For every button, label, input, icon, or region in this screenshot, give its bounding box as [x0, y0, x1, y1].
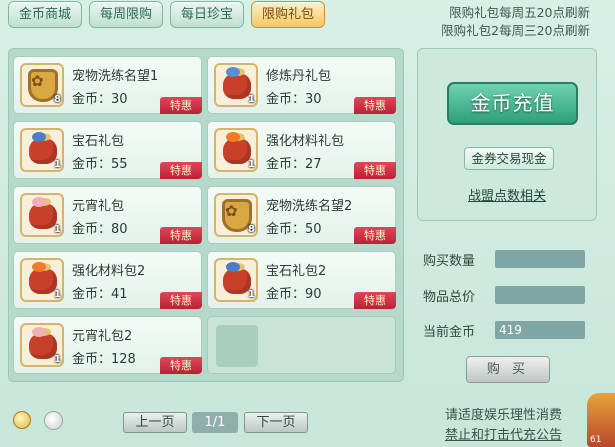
item-count: 1 [54, 289, 61, 300]
item-card[interactable]: ✿ 8 宠物洗练名望1 金币：30 特惠 [13, 56, 202, 114]
discount-tag: 特惠 [160, 292, 202, 309]
item-price: 金币：50 [266, 222, 322, 237]
item-card[interactable]: 1 元宵礼包 金币：80 特惠 [13, 186, 202, 244]
next-page-button[interactable]: 下一页 [244, 412, 308, 433]
discount-tag: 特惠 [354, 292, 396, 309]
item-price: 金币：128 [72, 352, 136, 367]
corner-avatar-icon[interactable]: 61 [587, 393, 615, 447]
gift-bag-icon: 1 [214, 258, 258, 302]
item-name: 修炼丹礼包 [266, 69, 332, 84]
current-gold-value: 419 [495, 321, 585, 339]
item-card[interactable]: 1 宝石礼包2 金币：90 特惠 [207, 251, 396, 309]
item-price: 金币：80 [72, 222, 128, 237]
item-name: 宝石礼包2 [266, 264, 327, 279]
discount-tag: 特惠 [354, 162, 396, 179]
item-card[interactable]: 1 强化材料包2 金币：41 特惠 [13, 251, 202, 309]
tab-gold-shop[interactable]: 金币商城 [8, 1, 83, 28]
item-price: 金币：27 [266, 157, 322, 172]
gift-bag-icon: 1 [20, 128, 64, 172]
compliance-notice: 请适度娱乐理性消费 禁止和打击代充公告 [445, 406, 562, 446]
page-indicator: 1/1 [192, 412, 238, 433]
item-price: 金币：55 [72, 157, 128, 172]
item-count: 8 [54, 94, 61, 105]
discount-tag: 特惠 [160, 97, 202, 114]
item-count: 1 [54, 159, 61, 170]
discount-tag: 特惠 [160, 357, 202, 374]
recharge-button[interactable]: 金币充值 [447, 82, 578, 125]
quantity-label: 购买数量 [423, 254, 476, 269]
item-name: 元宵礼包 [72, 199, 125, 214]
moderation-text: 请适度娱乐理性消费 [445, 408, 563, 423]
paw-badge-icon: ✿ 8 [214, 193, 258, 237]
item-card[interactable]: 1 强化材料礼包 金币：27 特惠 [207, 121, 396, 179]
quantity-field[interactable] [495, 250, 585, 268]
item-name: 宝石礼包 [72, 134, 125, 149]
round-button-icon[interactable] [44, 411, 63, 430]
empty-slot-icon [214, 323, 260, 369]
item-name: 强化材料礼包 [266, 134, 345, 149]
recharge-panel: 金币充值 金券交易现金 战盟点数相关 [417, 48, 597, 221]
magnifier-icon[interactable] [13, 411, 31, 429]
item-name: 宠物洗练名望2 [266, 199, 353, 214]
item-price: 金币：41 [72, 287, 128, 302]
discount-tag: 特惠 [354, 97, 396, 114]
discount-tag: 特惠 [160, 162, 202, 179]
gift-bag-icon: 1 [214, 128, 258, 172]
discount-tag: 特惠 [160, 227, 202, 244]
gift-bag-icon: 1 [214, 63, 258, 107]
item-card[interactable]: 1 宝石礼包 金币：55 特惠 [13, 121, 202, 179]
alliance-points-link[interactable]: 战盟点数相关 [468, 185, 546, 204]
prev-page-button[interactable]: 上一页 [123, 412, 187, 433]
refresh-notice-line1: 限购礼包每周五20点刷新 [449, 5, 590, 20]
item-card[interactable]: 1 元宵礼包2 金币：128 特惠 [13, 316, 202, 374]
item-card[interactable]: 1 修炼丹礼包 金币：30 特惠 [207, 56, 396, 114]
item-count: 1 [248, 94, 255, 105]
gift-bag-icon: 1 [20, 323, 64, 367]
item-name: 强化材料包2 [72, 264, 146, 279]
shop-tabs: 金币商城 每周限购 每日珍宝 限购礼包 [8, 1, 326, 31]
current-gold-label: 当前金币 [423, 325, 476, 340]
item-card[interactable]: ✿ 8 宠物洗练名望2 金币：50 特惠 [207, 186, 396, 244]
corner-level: 61 [590, 435, 602, 445]
empty-item-slot [207, 316, 396, 374]
refresh-notice-line2: 限购礼包2每周三20点刷新 [441, 23, 590, 38]
tab-daily-treasure[interactable]: 每日珍宝 [170, 1, 245, 28]
coupon-exchange-button[interactable]: 金券交易现金 [464, 147, 554, 170]
item-count: 1 [248, 159, 255, 170]
total-price-field [495, 286, 585, 304]
item-price: 金币：30 [72, 92, 128, 107]
item-price: 金币：90 [266, 287, 322, 302]
paw-badge-icon: ✿ 8 [20, 63, 64, 107]
total-price-label: 物品总价 [423, 290, 476, 305]
item-count: 1 [54, 354, 61, 365]
item-count: 8 [248, 224, 255, 235]
anti-proxy-link[interactable]: 禁止和打击代充公告 [445, 426, 562, 446]
tab-limited-packs[interactable]: 限购礼包 [251, 1, 326, 28]
item-grid: ✿ 8 宠物洗练名望1 金币：30 特惠 1 修炼丹礼包 金币：30 特惠 1 宝… [8, 48, 404, 382]
item-name: 元宵礼包2 [72, 329, 133, 344]
item-count: 1 [248, 289, 255, 300]
item-count: 1 [54, 224, 61, 235]
item-name: 宠物洗练名望1 [72, 69, 159, 84]
gift-bag-icon: 1 [20, 258, 64, 302]
item-price: 金币：30 [266, 92, 322, 107]
gift-bag-icon: 1 [20, 193, 64, 237]
refresh-notice: 限购礼包每周五20点刷新 限购礼包2每周三20点刷新 [441, 4, 590, 40]
discount-tag: 特惠 [354, 227, 396, 244]
buy-button[interactable]: 购 买 [466, 356, 550, 383]
tab-weekly-limited[interactable]: 每周限购 [89, 1, 164, 28]
